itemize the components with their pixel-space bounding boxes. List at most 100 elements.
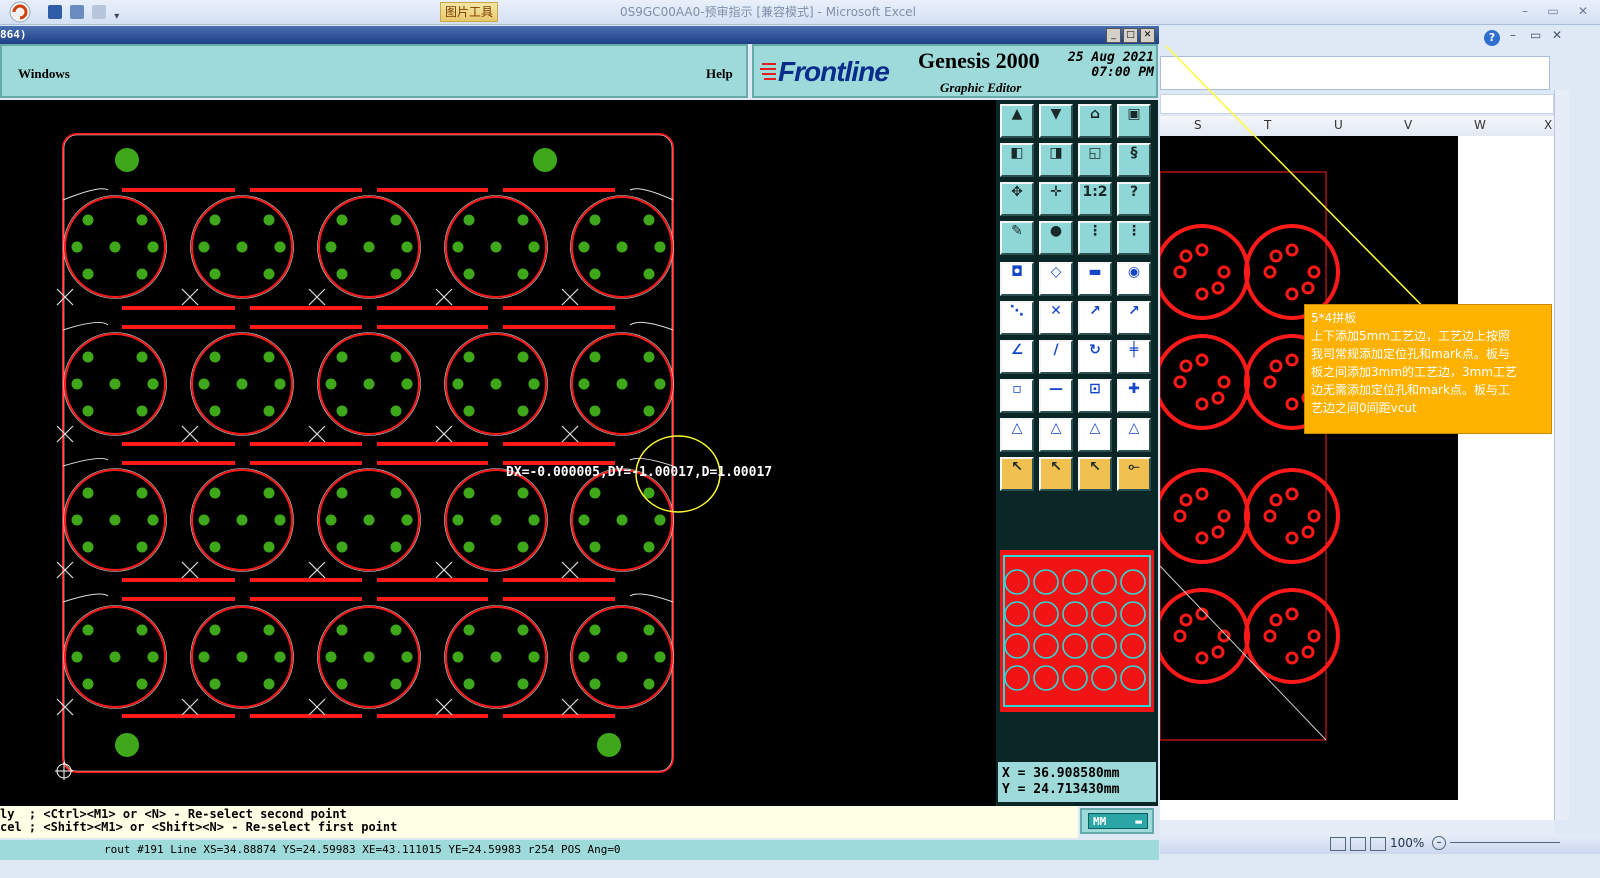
cross-mark (561, 698, 579, 716)
overview-board (1120, 601, 1146, 627)
tool-button-r8c4[interactable]: ✚ (1117, 379, 1151, 413)
tool-button-r6c4[interactable]: ↗ (1117, 301, 1151, 335)
column-header[interactable]: W (1474, 118, 1486, 132)
pad (517, 541, 529, 553)
normal-view-icon[interactable] (1330, 837, 1346, 851)
tool-button-r5c4[interactable]: ◉ (1117, 262, 1151, 296)
zoom-out-icon[interactable]: – (1432, 836, 1446, 850)
tool-button-r10c1[interactable]: ↖ (1000, 457, 1034, 491)
cross-mark (56, 288, 74, 306)
tool-button-r7c4[interactable]: ╪ (1117, 340, 1151, 374)
tool-button-r7c3[interactable]: ↻ (1078, 340, 1112, 374)
pad (363, 514, 375, 526)
tool-button-r1c2[interactable]: ▼ (1039, 104, 1073, 138)
tool-button-r8c2[interactable]: — (1039, 379, 1073, 413)
overview-map[interactable] (1000, 550, 1154, 712)
pad (589, 405, 601, 417)
tool-button-r4c3[interactable]: ⋮ (1078, 221, 1112, 255)
tool-button-r1c4[interactable]: ▣ (1117, 104, 1151, 138)
tool-icon: ? (1129, 184, 1139, 200)
tool-button-r5c1[interactable]: ◘ (1000, 262, 1034, 296)
tool-button-r10c4[interactable]: ⟜ (1117, 457, 1151, 491)
pad (528, 378, 540, 390)
tool-button-r4c1[interactable]: ✎ (1000, 221, 1034, 255)
office-button[interactable] (2, 0, 42, 24)
fiducial-mark (115, 148, 139, 172)
horizontal-scrollbar[interactable] (1160, 820, 1554, 834)
units-selector[interactable]: MM ▬ (1088, 813, 1148, 829)
tool-button-r3c2[interactable]: ✛ (1039, 182, 1073, 216)
excel-title-bar: ▾ 图片工具 0S9GC00AA0-预审指示 [兼容模式] - Microsof… (0, 0, 1600, 25)
restore-icon[interactable]: ▭ (1542, 2, 1564, 20)
wb-close-icon[interactable]: ✕ (1552, 28, 1562, 42)
pad (325, 378, 337, 390)
genesis-close-icon[interactable]: ✕ (1140, 28, 1155, 43)
tool-button-r3c3[interactable]: 1:2 (1078, 182, 1112, 216)
tool-button-r5c3[interactable]: ▬ (1078, 262, 1112, 296)
tool-button-r1c1[interactable]: ▲ (1000, 104, 1034, 138)
help-icon[interactable]: ? (1484, 30, 1500, 46)
tool-button-r9c1[interactable]: △ (1000, 418, 1034, 452)
tool-button-r6c1[interactable]: ⋱ (1000, 301, 1034, 335)
tool-button-r10c3[interactable]: ↖ (1078, 457, 1112, 491)
tool-button-r2c4[interactable]: § (1117, 143, 1151, 177)
tool-button-r7c2[interactable]: / (1039, 340, 1073, 374)
tool-button-r4c4[interactable]: ⋮ (1117, 221, 1151, 255)
vertical-scrollbar[interactable] (1554, 90, 1569, 820)
tool-icon: ✕ (1050, 303, 1062, 319)
customize-dropdown-icon[interactable]: ▾ (114, 11, 128, 25)
pad (616, 514, 628, 526)
wb-restore-icon[interactable]: ▭ (1530, 28, 1541, 42)
genesis-maximize-icon[interactable]: □ (1123, 28, 1138, 43)
tool-button-r8c1[interactable]: ▫ (1000, 379, 1034, 413)
comment-line: 板之间添加3mm的工艺边，3mm工艺 (1311, 365, 1518, 379)
tool-icon: ✎ (1011, 223, 1023, 239)
page-layout-icon[interactable] (1350, 837, 1366, 851)
tool-button-r2c1[interactable]: ◧ (1000, 143, 1034, 177)
column-header[interactable]: X (1544, 118, 1552, 132)
tool-button-r6c2[interactable]: ✕ (1039, 301, 1073, 335)
tool-button-r2c3[interactable]: ◱ (1078, 143, 1112, 177)
pad (136, 678, 148, 690)
overview-board (1033, 569, 1059, 595)
tool-button-r6c3[interactable]: ↗ (1078, 301, 1112, 335)
tool-button-r9c4[interactable]: △ (1117, 418, 1151, 452)
tool-button-r3c1[interactable]: ✥ (1000, 182, 1034, 216)
pad (263, 214, 275, 226)
tool-button-r3c4[interactable]: ? (1117, 182, 1151, 216)
pad (654, 651, 666, 663)
date-time: 25 Aug 2021 07:00 PM (1054, 50, 1154, 80)
page-break-icon[interactable] (1370, 837, 1386, 851)
tool-button-r8c3[interactable]: ⊡ (1078, 379, 1112, 413)
close-icon[interactable]: ✕ (1572, 2, 1594, 20)
minimize-icon[interactable]: – (1514, 2, 1536, 20)
genesis-title-fragment: 864) (0, 28, 27, 41)
undo-icon[interactable] (70, 5, 85, 19)
pad (147, 378, 159, 390)
save-icon[interactable] (48, 5, 62, 19)
redo-icon[interactable] (92, 5, 107, 19)
tool-button-r1c3[interactable]: ⌂ (1078, 104, 1112, 138)
tool-button-r7c1[interactable]: ∠ (1000, 340, 1034, 374)
x-coordinate: X = 36.908580mm (1002, 766, 1120, 781)
tool-button-r9c2[interactable]: △ (1039, 418, 1073, 452)
menu-help[interactable]: Help (706, 66, 733, 82)
pad (236, 514, 248, 526)
tool-button-r5c2[interactable]: ◇ (1039, 262, 1073, 296)
picture-tools-tab[interactable]: 图片工具 (440, 2, 498, 22)
board-unit (570, 468, 674, 572)
graphic-canvas[interactable]: DX=-0.000005,DY=-1.00017,D=1.00017 (0, 100, 996, 806)
pad (528, 651, 540, 663)
tool-button-r4c2[interactable]: ● (1039, 221, 1073, 255)
tool-button-r2c2[interactable]: ◨ (1039, 143, 1073, 177)
cell-comment[interactable]: 5*4拼板 上下添加5mm工艺边，工艺边上按照 我司常规添加定位孔和mark点。… (1304, 304, 1552, 434)
cross-mark (308, 425, 326, 443)
tool-button-r10c2[interactable]: ↖ (1039, 457, 1073, 491)
zoom-slider[interactable] (1450, 842, 1560, 843)
pad (390, 624, 402, 636)
pad (209, 351, 221, 363)
tool-button-r9c3[interactable]: △ (1078, 418, 1112, 452)
wb-minimize-icon[interactable]: – (1510, 28, 1516, 42)
genesis-minimize-icon[interactable]: _ (1106, 28, 1121, 43)
menu-windows[interactable]: Windows (18, 66, 70, 82)
